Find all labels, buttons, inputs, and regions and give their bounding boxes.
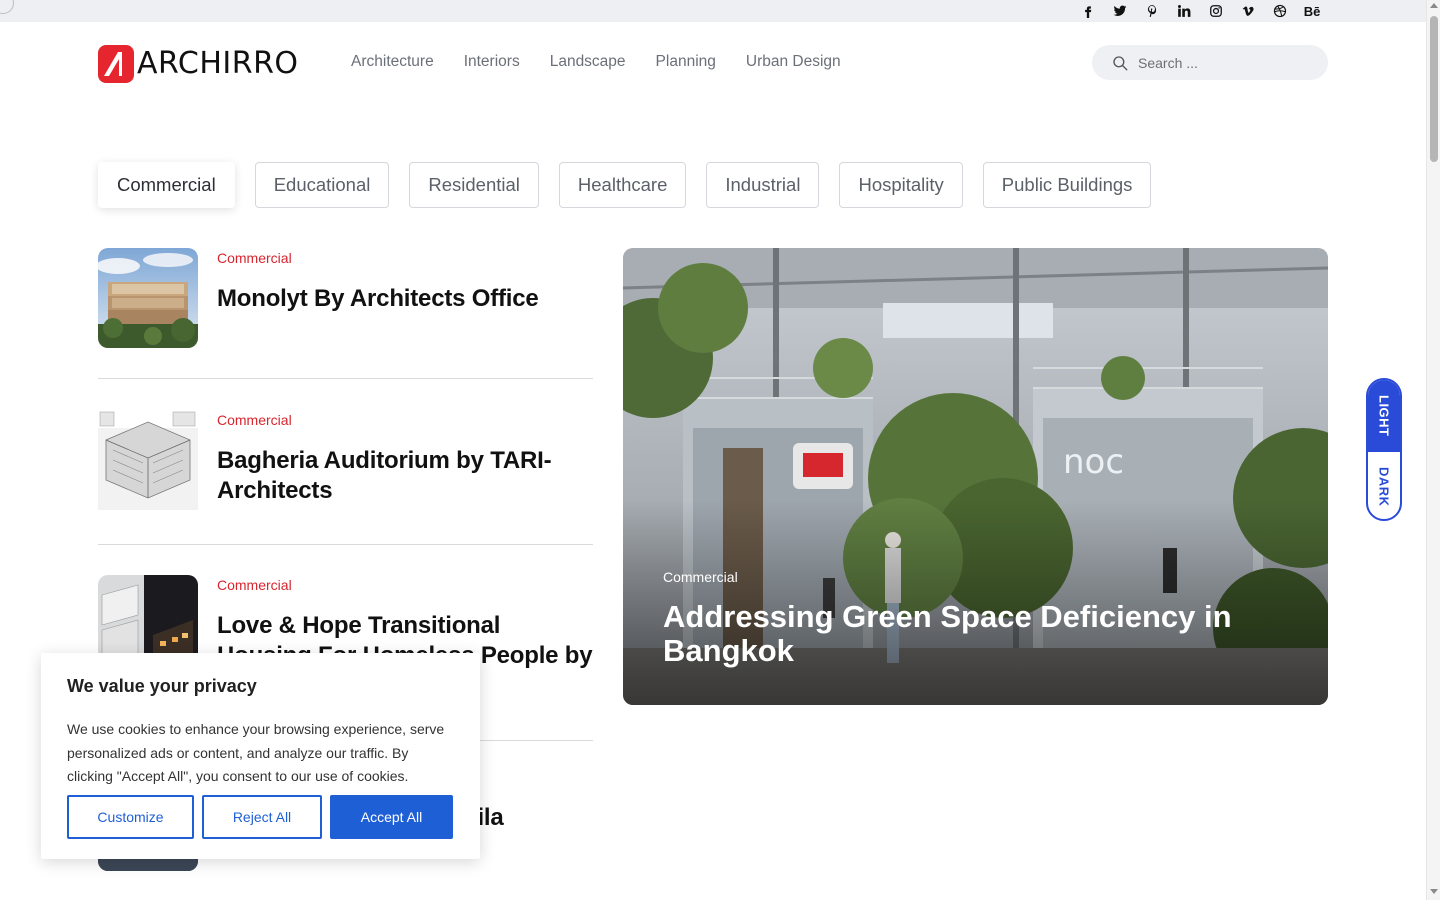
- nav-urban-design[interactable]: Urban Design: [746, 52, 841, 72]
- nav-interiors[interactable]: Interiors: [464, 52, 520, 72]
- main-navigation: Architecture Interiors Landscape Plannin…: [351, 52, 841, 72]
- article-category-link[interactable]: Commercial: [217, 248, 539, 268]
- nav-landscape[interactable]: Landscape: [550, 52, 626, 72]
- scrollbar-thumb[interactable]: [1430, 16, 1438, 162]
- dark-mode-label: DARK: [1376, 466, 1392, 507]
- tab-educational[interactable]: Educational: [254, 162, 390, 208]
- customize-button[interactable]: Customize: [67, 795, 194, 839]
- facebook-icon[interactable]: [1072, 0, 1104, 22]
- featured-article-title[interactable]: Addressing Green Space Deficiency in Ban…: [663, 600, 1283, 668]
- article-meta: Commercial Bagheria Auditorium by TARI-A…: [217, 410, 587, 506]
- article-title[interactable]: Monolyt By Architects Office: [217, 284, 539, 314]
- tab-residential[interactable]: Residential: [409, 162, 539, 208]
- article-thumbnail[interactable]: [98, 248, 198, 348]
- nav-architecture[interactable]: Architecture: [351, 52, 434, 72]
- light-mode-label: LIGHT: [1376, 395, 1392, 437]
- article-title[interactable]: Bagheria Auditorium by TARI-Architects: [217, 446, 587, 506]
- instagram-icon[interactable]: [1200, 0, 1232, 22]
- dribbble-icon[interactable]: [1264, 0, 1296, 22]
- search-input[interactable]: [1138, 54, 1308, 71]
- social-topbar: Bē: [0, 0, 1426, 22]
- theme-switcher: LIGHT DARK: [1366, 378, 1402, 521]
- vimeo-icon[interactable]: [1232, 0, 1264, 22]
- tab-public-buildings[interactable]: Public Buildings: [982, 162, 1152, 208]
- site-logo[interactable]: ARCHIRRO: [98, 45, 299, 83]
- logo-wordmark: ARCHIRRO: [137, 46, 299, 81]
- social-links: Bē: [1072, 0, 1328, 22]
- tab-industrial[interactable]: Industrial: [706, 162, 820, 208]
- linkedin-icon[interactable]: [1168, 0, 1200, 22]
- article-thumbnail[interactable]: [98, 410, 198, 510]
- tab-hospitality[interactable]: Hospitality: [839, 162, 963, 208]
- corner-circle-icon: [0, 0, 14, 14]
- list-item: Commercial Bagheria Auditorium by TARI-A…: [98, 379, 593, 545]
- search-icon[interactable]: [1111, 54, 1129, 72]
- cookie-consent-banner: We value your privacy We use cookies to …: [41, 653, 480, 859]
- cookie-body: We use cookies to enhance your browsing …: [67, 721, 445, 784]
- logo-mark-icon: [98, 45, 134, 83]
- cookie-buttons: Customize Reject All Accept All: [67, 795, 453, 839]
- page-scrollbar[interactable]: [1426, 0, 1440, 900]
- article-category-link[interactable]: Commercial: [217, 410, 587, 430]
- featured-article-meta: Commercial Addressing Green Space Defici…: [663, 568, 1283, 668]
- category-tabs: Commercial Educational Residential Healt…: [98, 162, 1152, 208]
- featured-category-link[interactable]: Commercial: [663, 568, 1283, 586]
- scroll-up-arrow-icon[interactable]: [1430, 3, 1438, 8]
- reject-all-button[interactable]: Reject All: [202, 795, 322, 839]
- tab-healthcare[interactable]: Healthcare: [558, 162, 687, 208]
- scroll-down-arrow-icon[interactable]: [1430, 889, 1438, 894]
- pinterest-icon[interactable]: [1136, 0, 1168, 22]
- list-item: Commercial Monolyt By Architects Office: [98, 248, 593, 379]
- article-meta: Commercial Monolyt By Architects Office: [217, 248, 539, 314]
- tab-commercial[interactable]: Commercial: [98, 162, 235, 208]
- behance-icon[interactable]: Bē: [1296, 0, 1328, 22]
- accept-all-button[interactable]: Accept All: [330, 795, 453, 839]
- nav-planning[interactable]: Planning: [656, 52, 716, 72]
- cookie-title: We value your privacy: [67, 676, 257, 696]
- search-box: [1092, 45, 1328, 80]
- twitter-icon[interactable]: [1104, 0, 1136, 22]
- light-mode-button[interactable]: LIGHT: [1368, 380, 1400, 452]
- article-category-link[interactable]: Commercial: [217, 575, 597, 595]
- dark-mode-button[interactable]: DARK: [1368, 452, 1400, 519]
